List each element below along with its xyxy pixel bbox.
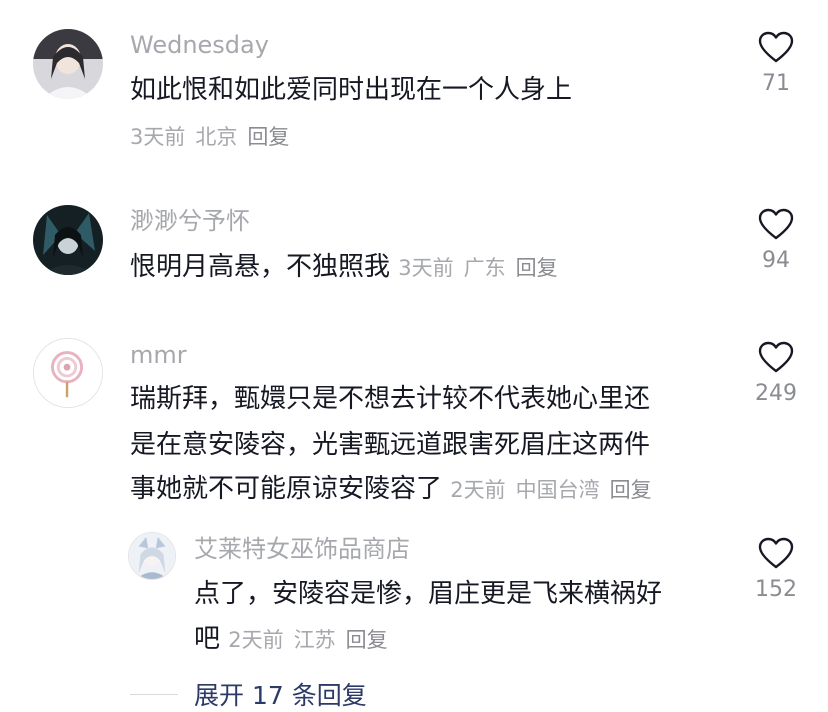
comment-location: 中国台湾 (515, 478, 600, 502)
like-count: 249 (755, 381, 797, 406)
reply-button[interactable]: 回复 (247, 125, 289, 149)
avatar[interactable] (33, 205, 103, 275)
comment-meta: 2天前 中国台湾 回复 (450, 478, 661, 502)
expand-replies-button[interactable]: 展开 17 条回复 (130, 676, 367, 712)
expand-replies-label: 展开 17 条回复 (194, 681, 367, 710)
comment-text-line: 恨明月高悬，不独照我 3天前 广东 回复 (130, 244, 568, 291)
heart-icon (758, 31, 794, 63)
like-button[interactable]: 71 (741, 31, 811, 97)
comment-time: 2天前 (450, 478, 506, 502)
like-count: 71 (762, 71, 790, 96)
heart-icon (758, 208, 794, 240)
comment-username[interactable]: Wednesday (130, 30, 269, 60)
heart-icon (758, 537, 794, 569)
reply-meta: 2天前 江苏 回复 (228, 628, 397, 652)
comment-username[interactable]: mmr (130, 340, 187, 370)
reply-text: 点了，安陵容是惨，眉庄更是飞来横祸好 (194, 579, 663, 609)
comment-text: 事她就不可能原谅安陵容了 (130, 474, 443, 504)
avatar[interactable] (33, 29, 103, 99)
reply-text: 吧 (194, 624, 221, 654)
reply-text-line: 吧 2天前 江苏 回复 (194, 616, 398, 663)
like-count: 94 (762, 248, 790, 273)
avatar[interactable] (33, 338, 103, 408)
reply-button[interactable]: 回复 (610, 478, 652, 502)
comment-location: 广东 (463, 256, 506, 280)
comment-time: 3天前 (398, 256, 454, 280)
like-button[interactable]: 152 (741, 537, 811, 603)
heart-icon (758, 341, 794, 373)
reply-button[interactable]: 回复 (346, 628, 388, 652)
like-button[interactable]: 249 (741, 341, 811, 407)
comment-text: 瑞斯拜，甄嬛只是不想去计较不代表她心里还 (130, 384, 651, 414)
comment-meta: 3天前 北京 回复 (130, 122, 299, 152)
reply-location: 江苏 (293, 628, 336, 652)
reply-username[interactable]: 艾莱特女巫饰品商店 (194, 534, 410, 564)
comment-time: 3天前 (130, 125, 186, 149)
comment-meta: 3天前 广东 回复 (398, 256, 567, 280)
like-button[interactable]: 94 (741, 208, 811, 274)
comment-text: 是在意安陵容，光害甄远道跟害死眉庄这两件 (130, 430, 651, 460)
comment-text-line: 事她就不可能原谅安陵容了 2天前 中国台湾 回复 (130, 466, 662, 513)
reply-button[interactable]: 回复 (516, 256, 558, 280)
comment-username[interactable]: 渺渺兮予怀 (130, 206, 250, 236)
comment-text: 如此恨和如此爱同时出现在一个人身上 (130, 75, 573, 105)
comment-location: 北京 (195, 125, 238, 149)
divider (130, 693, 178, 695)
like-count: 152 (755, 577, 797, 602)
reply-time: 2天前 (228, 628, 284, 652)
comment-text: 恨明月高悬，不独照我 (130, 252, 391, 282)
avatar[interactable] (128, 532, 176, 580)
